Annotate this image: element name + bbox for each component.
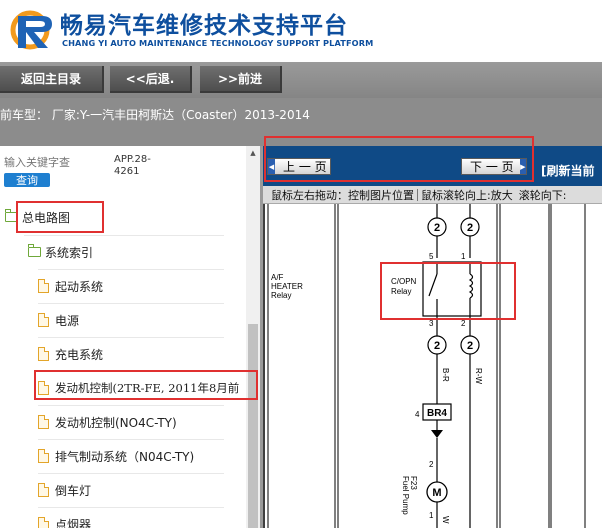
forward-button[interactable]: >>前进	[200, 66, 282, 93]
hint-separator	[417, 188, 418, 201]
copn-relay-label: C/OPN	[391, 277, 417, 286]
connector-pin-label: 4	[415, 410, 420, 419]
next-page-label: 下 一 页	[470, 160, 514, 174]
af-heater-relay-label: HEATER	[271, 282, 303, 291]
tree-item-exhaust-brake[interactable]: 排气制动系统（N04C-TY)	[38, 439, 194, 473]
site-subtitle: CHANG YI AUTO MAINTENANCE TECHNOLOGY SUP…	[62, 38, 374, 48]
diagram-viewer: ◀ 上 一 页 下 一 页 ▶ [刷新当前 鼠标左右拖动：控制图片位置 鼠标滚轮…	[263, 146, 602, 528]
document-icon	[38, 279, 49, 293]
br4-connector-label: BR4	[427, 408, 447, 419]
tree-item-cigarette-lighter[interactable]: 点烟器	[38, 507, 91, 528]
viewer-toolbar: ◀ 上 一 页 下 一 页 ▶ [刷新当前	[263, 146, 602, 186]
connector-node-label: 2	[467, 222, 473, 234]
connector-node-label: 2	[434, 222, 440, 234]
app-id-label: APP.28-4261	[114, 154, 151, 177]
tree-item-label: 倒车灯	[55, 483, 92, 498]
wire-color-label: W	[441, 516, 450, 524]
tree-item-charging-system[interactable]: 充电系统	[38, 337, 103, 371]
tree-item-label: 排气制动系统（N04C-TY)	[55, 449, 195, 464]
af-heater-relay-label: Relay	[271, 291, 291, 300]
tree-folder-system-index[interactable]: 系统索引	[28, 235, 93, 269]
pump-pin-label: 1	[429, 511, 434, 520]
catalog-scrollbar[interactable]: ▲	[246, 146, 260, 528]
tree-item-label: 发动机控制(2TR-FE, 2011年8月前	[55, 381, 240, 395]
nav-bar: 返回主目录 <<后退. >>前进	[0, 62, 602, 98]
logo-icon	[10, 10, 52, 50]
site-title: 畅易汽车维修技术支持平台	[60, 13, 348, 39]
document-icon	[38, 483, 49, 497]
folder-open-icon	[28, 244, 41, 257]
folder-open-icon	[5, 209, 18, 222]
connector-node-label: 2	[467, 340, 473, 352]
site-header: 畅易汽车维修技术支持平台 CHANG YI AUTO MAINTENANCE T…	[0, 0, 602, 62]
relay-pin-label: 3	[429, 319, 434, 328]
prev-page-button[interactable]: ◀ 上 一 页	[267, 158, 331, 175]
tree-root-label: 总电路图	[22, 210, 71, 225]
home-button[interactable]: 返回主目录	[0, 66, 104, 93]
tree-root[interactable]: 总电路图	[5, 200, 70, 234]
search-input[interactable]	[4, 154, 92, 170]
prev-page-label: 上 一 页	[283, 160, 327, 174]
tree-item-starting-system[interactable]: 起动系统	[38, 269, 103, 303]
tree-item-reverse-light[interactable]: 倒车灯	[38, 473, 91, 507]
hint-zoom-out: 滚轮向下:	[518, 188, 567, 202]
tree-item-power[interactable]: 电源	[38, 303, 79, 337]
fuel-pump-label: Fuel Pump	[401, 476, 410, 515]
document-icon	[38, 517, 49, 528]
refresh-link[interactable]: [刷新当前	[541, 162, 595, 179]
scroll-thumb[interactable]	[248, 324, 258, 528]
arrow-right-icon: ▶	[519, 159, 526, 174]
document-icon	[38, 415, 49, 429]
tree-item-label: 点烟器	[55, 517, 92, 528]
tree-item-engine-control-2tr[interactable]: 发动机控制(2TR-FE, 2011年8月前	[38, 371, 239, 405]
next-page-button[interactable]: 下 一 页 ▶	[461, 158, 527, 175]
pump-pin-label: 2	[429, 460, 434, 469]
hint-zoom-in: 鼠标滚轮向上:放大	[421, 188, 513, 202]
document-icon	[38, 449, 49, 463]
copn-relay-label: Relay	[391, 287, 411, 296]
tree-item-label: 发动机控制(NO4C-TY)	[55, 415, 177, 430]
document-icon	[38, 313, 49, 327]
connector-node-label: 2	[434, 340, 440, 352]
wiring-diagram[interactable]: 2 2 A/F HEATER Relay 5 1 C/OPN Relay 3 2…	[263, 204, 602, 528]
af-heater-relay-label: A/F	[271, 273, 284, 282]
hint-drag: 鼠标左右拖动：控制图片位置	[271, 188, 414, 202]
wire-color-label: B-R	[441, 368, 450, 382]
tree-folder-label: 系统索引	[45, 245, 94, 260]
tree-item-engine-control-n04c[interactable]: 发动机控制(NO4C-TY)	[38, 405, 177, 439]
search-row: 查询 APP.28-4261	[0, 146, 262, 196]
wire-color-label: R-W	[474, 368, 483, 384]
tree-item-label: 充电系统	[55, 347, 104, 362]
relay-pin-label: 2	[461, 319, 466, 328]
arrow-left-icon: ◀	[268, 159, 275, 174]
vehicle-label: 前车型： 厂家:Y-一汽丰田柯斯达（Coaster）2013-2014	[0, 108, 310, 122]
hint-bar: 鼠标左右拖动：控制图片位置 鼠标滚轮向上:放大 滚轮向下:	[263, 186, 602, 204]
vehicle-bar: 前车型： 厂家:Y-一汽丰田柯斯达（Coaster）2013-2014	[0, 98, 602, 146]
relay-pin-label: 5	[429, 252, 434, 261]
scroll-up-icon[interactable]: ▲	[248, 148, 258, 158]
search-button[interactable]: 查询	[4, 173, 50, 187]
document-icon	[38, 381, 49, 395]
relay-pin-label: 1	[461, 252, 466, 261]
document-icon	[38, 347, 49, 361]
back-button[interactable]: <<后退.	[110, 66, 192, 93]
motor-symbol: M	[432, 487, 441, 499]
catalog-panel: 查询 APP.28-4261 总电路图 系统索引 起动系统 电源 充电系统 发动…	[0, 146, 262, 528]
tree-item-label: 起动系统	[55, 279, 104, 294]
tree-item-label: 电源	[55, 313, 80, 328]
